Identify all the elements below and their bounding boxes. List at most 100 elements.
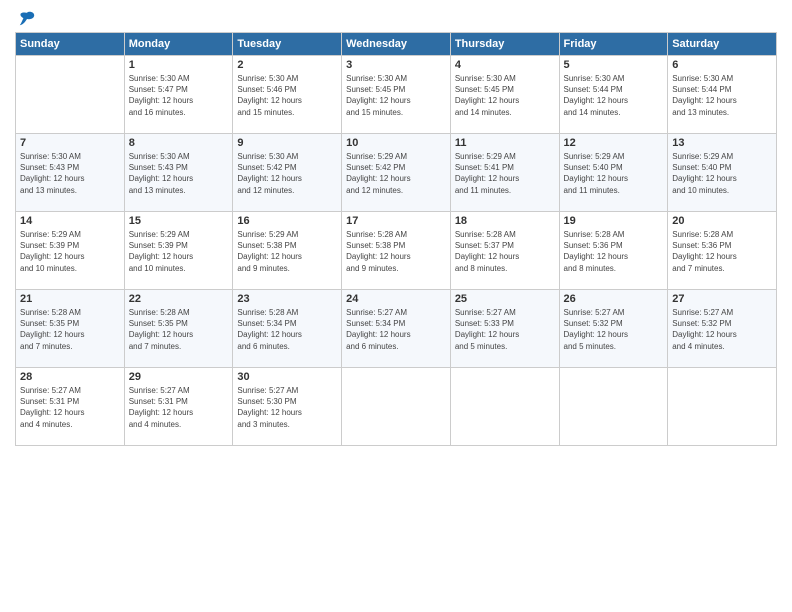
cell-week3-day4: 17 Sunrise: 5:28 AMSunset: 5:38 PMDaylig… [342,212,451,290]
cell-week2-day1: 7 Sunrise: 5:30 AMSunset: 5:43 PMDayligh… [16,134,125,212]
header-monday: Monday [124,33,233,56]
header-wednesday: Wednesday [342,33,451,56]
day-number: 29 [129,371,229,383]
week-row-4: 21 Sunrise: 5:28 AMSunset: 5:35 PMDaylig… [16,290,777,368]
cell-week3-day1: 14 Sunrise: 5:29 AMSunset: 5:39 PMDaylig… [16,212,125,290]
day-info: Sunrise: 5:29 AMSunset: 5:38 PMDaylight:… [237,229,337,274]
day-number: 16 [237,215,337,227]
day-number: 24 [346,293,446,305]
day-info: Sunrise: 5:28 AMSunset: 5:35 PMDaylight:… [20,307,120,352]
day-info: Sunrise: 5:27 AMSunset: 5:31 PMDaylight:… [20,385,120,430]
day-number: 23 [237,293,337,305]
day-number: 19 [564,215,664,227]
day-number: 25 [455,293,555,305]
day-number: 5 [564,59,664,71]
day-number: 20 [672,215,772,227]
day-number: 17 [346,215,446,227]
day-number: 11 [455,137,555,149]
day-info: Sunrise: 5:28 AMSunset: 5:35 PMDaylight:… [129,307,229,352]
calendar-body: 1 Sunrise: 5:30 AMSunset: 5:47 PMDayligh… [16,56,777,446]
cell-week1-day3: 2 Sunrise: 5:30 AMSunset: 5:46 PMDayligh… [233,56,342,134]
cell-week3-day6: 19 Sunrise: 5:28 AMSunset: 5:36 PMDaylig… [559,212,668,290]
day-number: 28 [20,371,120,383]
header [15,10,777,26]
day-info: Sunrise: 5:27 AMSunset: 5:31 PMDaylight:… [129,385,229,430]
day-info: Sunrise: 5:27 AMSunset: 5:30 PMDaylight:… [237,385,337,430]
day-number: 14 [20,215,120,227]
cell-week5-day3: 30 Sunrise: 5:27 AMSunset: 5:30 PMDaylig… [233,368,342,446]
cell-week2-day4: 10 Sunrise: 5:29 AMSunset: 5:42 PMDaylig… [342,134,451,212]
day-number: 10 [346,137,446,149]
cell-week2-day6: 12 Sunrise: 5:29 AMSunset: 5:40 PMDaylig… [559,134,668,212]
cell-week5-day5 [450,368,559,446]
cell-week2-day3: 9 Sunrise: 5:30 AMSunset: 5:42 PMDayligh… [233,134,342,212]
cell-week1-day5: 4 Sunrise: 5:30 AMSunset: 5:45 PMDayligh… [450,56,559,134]
cell-week5-day7 [668,368,777,446]
day-info: Sunrise: 5:29 AMSunset: 5:40 PMDaylight:… [564,151,664,196]
day-number: 3 [346,59,446,71]
header-thursday: Thursday [450,33,559,56]
day-info: Sunrise: 5:28 AMSunset: 5:37 PMDaylight:… [455,229,555,274]
day-info: Sunrise: 5:30 AMSunset: 5:42 PMDaylight:… [237,151,337,196]
cell-week1-day6: 5 Sunrise: 5:30 AMSunset: 5:44 PMDayligh… [559,56,668,134]
cell-week4-day4: 24 Sunrise: 5:27 AMSunset: 5:34 PMDaylig… [342,290,451,368]
cell-week4-day7: 27 Sunrise: 5:27 AMSunset: 5:32 PMDaylig… [668,290,777,368]
day-number: 7 [20,137,120,149]
day-info: Sunrise: 5:29 AMSunset: 5:40 PMDaylight:… [672,151,772,196]
day-info: Sunrise: 5:30 AMSunset: 5:44 PMDaylight:… [564,73,664,118]
cell-week4-day3: 23 Sunrise: 5:28 AMSunset: 5:34 PMDaylig… [233,290,342,368]
weekday-header-row: Sunday Monday Tuesday Wednesday Thursday… [16,33,777,56]
week-row-1: 1 Sunrise: 5:30 AMSunset: 5:47 PMDayligh… [16,56,777,134]
header-tuesday: Tuesday [233,33,342,56]
day-number: 6 [672,59,772,71]
logo [15,10,36,26]
day-number: 1 [129,59,229,71]
week-row-5: 28 Sunrise: 5:27 AMSunset: 5:31 PMDaylig… [16,368,777,446]
day-number: 22 [129,293,229,305]
logo-bird-icon [18,10,36,28]
day-info: Sunrise: 5:28 AMSunset: 5:36 PMDaylight:… [672,229,772,274]
day-number: 15 [129,215,229,227]
calendar-table: Sunday Monday Tuesday Wednesday Thursday… [15,32,777,446]
cell-week4-day2: 22 Sunrise: 5:28 AMSunset: 5:35 PMDaylig… [124,290,233,368]
day-info: Sunrise: 5:28 AMSunset: 5:38 PMDaylight:… [346,229,446,274]
day-info: Sunrise: 5:30 AMSunset: 5:43 PMDaylight:… [20,151,120,196]
cell-week4-day6: 26 Sunrise: 5:27 AMSunset: 5:32 PMDaylig… [559,290,668,368]
header-saturday: Saturday [668,33,777,56]
header-friday: Friday [559,33,668,56]
day-number: 26 [564,293,664,305]
day-info: Sunrise: 5:27 AMSunset: 5:33 PMDaylight:… [455,307,555,352]
day-number: 27 [672,293,772,305]
day-number: 18 [455,215,555,227]
header-sunday: Sunday [16,33,125,56]
day-info: Sunrise: 5:29 AMSunset: 5:42 PMDaylight:… [346,151,446,196]
cell-week5-day2: 29 Sunrise: 5:27 AMSunset: 5:31 PMDaylig… [124,368,233,446]
cell-week3-day3: 16 Sunrise: 5:29 AMSunset: 5:38 PMDaylig… [233,212,342,290]
day-info: Sunrise: 5:30 AMSunset: 5:46 PMDaylight:… [237,73,337,118]
day-number: 2 [237,59,337,71]
day-info: Sunrise: 5:28 AMSunset: 5:36 PMDaylight:… [564,229,664,274]
page: Sunday Monday Tuesday Wednesday Thursday… [0,0,792,612]
day-info: Sunrise: 5:30 AMSunset: 5:43 PMDaylight:… [129,151,229,196]
cell-week4-day5: 25 Sunrise: 5:27 AMSunset: 5:33 PMDaylig… [450,290,559,368]
cell-week5-day4 [342,368,451,446]
cell-week3-day7: 20 Sunrise: 5:28 AMSunset: 5:36 PMDaylig… [668,212,777,290]
day-info: Sunrise: 5:30 AMSunset: 5:44 PMDaylight:… [672,73,772,118]
day-number: 9 [237,137,337,149]
day-info: Sunrise: 5:29 AMSunset: 5:41 PMDaylight:… [455,151,555,196]
cell-week1-day4: 3 Sunrise: 5:30 AMSunset: 5:45 PMDayligh… [342,56,451,134]
day-number: 13 [672,137,772,149]
cell-week2-day2: 8 Sunrise: 5:30 AMSunset: 5:43 PMDayligh… [124,134,233,212]
cell-week2-day5: 11 Sunrise: 5:29 AMSunset: 5:41 PMDaylig… [450,134,559,212]
day-info: Sunrise: 5:29 AMSunset: 5:39 PMDaylight:… [129,229,229,274]
day-info: Sunrise: 5:30 AMSunset: 5:47 PMDaylight:… [129,73,229,118]
day-info: Sunrise: 5:30 AMSunset: 5:45 PMDaylight:… [346,73,446,118]
day-info: Sunrise: 5:27 AMSunset: 5:32 PMDaylight:… [672,307,772,352]
day-info: Sunrise: 5:27 AMSunset: 5:32 PMDaylight:… [564,307,664,352]
day-number: 8 [129,137,229,149]
cell-week3-day2: 15 Sunrise: 5:29 AMSunset: 5:39 PMDaylig… [124,212,233,290]
day-number: 30 [237,371,337,383]
cell-week1-day2: 1 Sunrise: 5:30 AMSunset: 5:47 PMDayligh… [124,56,233,134]
week-row-3: 14 Sunrise: 5:29 AMSunset: 5:39 PMDaylig… [16,212,777,290]
cell-week5-day6 [559,368,668,446]
